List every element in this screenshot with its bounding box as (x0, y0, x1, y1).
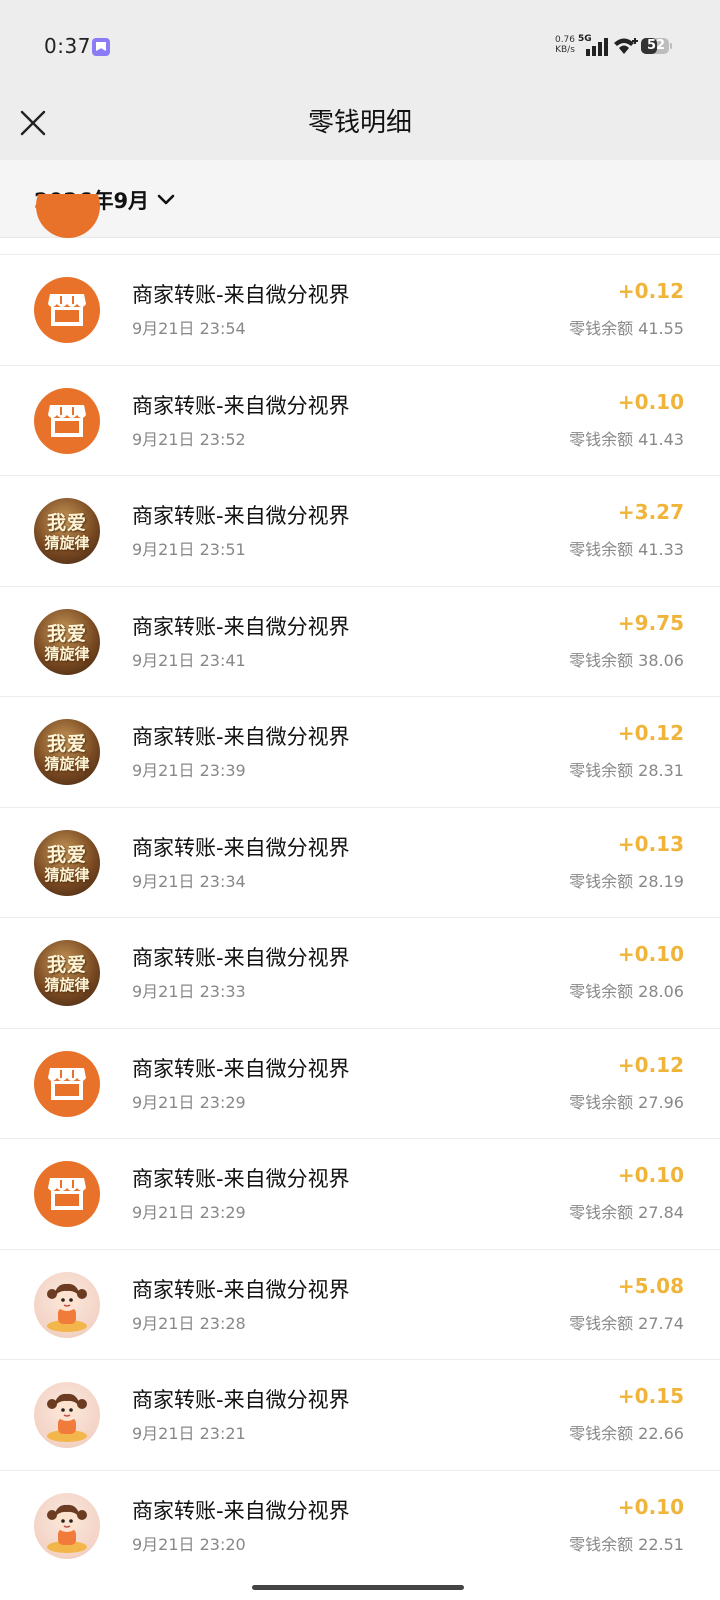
transaction-title: 商家转账-来自微分视界 (132, 725, 350, 749)
transaction-title: 商家转账-来自微分视界 (132, 614, 350, 639)
transaction-title: 商家转账-来自微分视界 (132, 283, 350, 307)
status-bar: 0:37 0.76 KB/s 5G 52 (0, 0, 720, 90)
transaction-row[interactable]: 商家转账-来自微分视界 9月21日 23:28 +5.08 零钱余额 27.74 (0, 1248, 720, 1359)
transaction-amount: +0.12 (617, 721, 684, 745)
transaction-title: 商家转账-来自微分视界 (132, 835, 350, 860)
transaction-title: 商家转账-来自微分视界 (132, 504, 350, 528)
transaction-amount: +0.15 (617, 1384, 684, 1408)
month-filter-bar: 2026年9月 (0, 160, 720, 238)
transaction-time: 9月21日 23:28 (132, 1313, 246, 1333)
transaction-amount: +5.08 (617, 1273, 684, 1298)
transaction-row[interactable]: 我爱 猜旋律 商家转账-来自微分视界 9月21日 23:41 +9.75 零钱余额… (0, 585, 720, 696)
network-speed-unit: KB/s (555, 45, 575, 55)
close-icon (20, 110, 46, 136)
transaction-row[interactable]: 商家转账-来自微分视界 9月21日 23:52 +0.10 零钱余额 41.43 (0, 364, 720, 475)
wallet-balance: 零钱余额 41.33 (569, 540, 684, 559)
transaction-row[interactable]: 我爱 猜旋律 商家转账-来自微分视界 9月21日 23:34 +0.13 零钱余额… (0, 806, 720, 917)
shop-icon (34, 387, 100, 454)
transaction-time: 9月21日 23:33 (132, 982, 246, 1001)
transaction-row[interactable]: 商家转账-来自微分视界 9月21日 23:54 +0.12 零钱余额 41.55 (0, 254, 720, 365)
transaction-amount: +3.27 (617, 500, 684, 524)
transaction-time: 9月21日 23:20 (132, 1534, 246, 1554)
transaction-row[interactable]: 商家转账-来自微分视界 9月21日 23:29 +0.10 零钱余额 27.84 (0, 1138, 720, 1249)
home-indicator[interactable] (252, 1585, 464, 1590)
signal-icon (586, 38, 608, 56)
wallet-balance: 零钱余额 22.51 (569, 1534, 684, 1554)
music-game-avatar: 我爱 猜旋律 (34, 498, 100, 564)
music-game-avatar: 我爱 猜旋律 (34, 608, 100, 675)
wallet-balance: 零钱余额 41.55 (569, 319, 684, 338)
wallet-balance: 零钱余额 27.74 (569, 1313, 684, 1333)
transaction-time: 9月21日 23:51 (132, 540, 246, 559)
transaction-title: 商家转账-来自微分视界 (132, 393, 350, 418)
transaction-amount: +0.12 (617, 279, 684, 303)
transaction-list: 商家转账-来自微分视界 9月21日 23:54 +0.12 零钱余额 41.55… (0, 254, 720, 1580)
transaction-title: 商家转账-来自微分视界 (132, 1167, 350, 1191)
cartoon-girl-avatar (34, 1271, 100, 1338)
battery-level: 52 (646, 38, 666, 53)
transaction-title: 商家转账-来自微分视界 (132, 946, 350, 970)
music-game-avatar: 我爱 猜旋律 (34, 940, 100, 1006)
transaction-time: 9月21日 23:21 (132, 1424, 246, 1443)
cartoon-girl-avatar (34, 1382, 100, 1448)
wallet-balance: 零钱余额 38.06 (569, 650, 684, 670)
wifi-icon (614, 38, 638, 54)
transaction-title: 商家转账-来自微分视界 (132, 1056, 350, 1081)
transaction-time: 9月21日 23:54 (132, 319, 246, 338)
page-title: 零钱明细 (307, 108, 412, 138)
transaction-amount: +0.10 (617, 1163, 684, 1187)
wallet-balance: 零钱余额 41.43 (569, 429, 684, 449)
transaction-amount: +0.13 (617, 831, 684, 856)
transaction-time: 9月21日 23:34 (132, 871, 246, 891)
transaction-row[interactable]: 商家转账-来自微分视界 9月21日 23:29 +0.12 零钱余额 27.96 (0, 1027, 720, 1138)
transaction-title: 商家转账-来自微分视界 (132, 1388, 350, 1412)
transaction-amount: +9.75 (617, 610, 684, 635)
wallet-balance: 零钱余额 22.66 (569, 1424, 684, 1443)
shop-icon (34, 277, 100, 343)
wallet-balance: 零钱余额 28.06 (569, 982, 684, 1001)
chevron-down-icon (157, 194, 175, 205)
transaction-row[interactable]: 商家转账-来自微分视界 9月21日 23:21 +0.15 零钱余额 22.66 (0, 1359, 720, 1470)
notification-app-icon (92, 38, 110, 56)
partial-avatar (36, 194, 100, 242)
wallet-balance: 零钱余额 27.84 (569, 1203, 684, 1222)
transaction-time: 9月21日 23:41 (132, 650, 246, 670)
cartoon-girl-avatar (34, 1492, 100, 1559)
wallet-balance: 零钱余额 28.31 (569, 761, 684, 780)
wallet-balance: 零钱余额 28.19 (569, 871, 684, 891)
transaction-amount: +0.10 (617, 389, 684, 414)
transaction-title: 商家转账-来自微分视界 (132, 1277, 350, 1302)
wallet-balance: 零钱余额 27.96 (569, 1092, 684, 1112)
transaction-row[interactable]: 我爱 猜旋律 商家转账-来自微分视界 9月21日 23:33 +0.10 零钱余额… (0, 917, 720, 1028)
transaction-row[interactable]: 我爱 猜旋律 商家转账-来自微分视界 9月21日 23:39 +0.12 零钱余额… (0, 696, 720, 807)
transaction-time: 9月21日 23:52 (132, 429, 246, 449)
transaction-row[interactable]: 我爱 猜旋律 商家转账-来自微分视界 9月21日 23:51 +3.27 零钱余额… (0, 475, 720, 586)
transaction-row[interactable]: 商家转账-来自微分视界 9月21日 23:20 +0.10 零钱余额 22.51 (0, 1469, 720, 1580)
transaction-time: 9月21日 23:29 (132, 1092, 246, 1112)
transaction-amount: +0.10 (617, 942, 684, 966)
header: 零钱明细 (0, 90, 720, 160)
network-speed-value: 0.76 (554, 35, 576, 45)
transaction-time: 9月21日 23:39 (132, 761, 246, 780)
transaction-amount: +0.12 (617, 1052, 684, 1077)
shop-icon (34, 1050, 100, 1117)
transaction-title: 商家转账-来自微分视界 (132, 1498, 350, 1523)
music-game-avatar: 我爱 猜旋律 (34, 829, 100, 896)
network-speed: 0.76 KB/s (554, 35, 576, 55)
page: 0:37 0.76 KB/s 5G 52 零钱明细 商家转账-来自微分视界 9月… (0, 0, 720, 1600)
status-time: 0:37 (44, 34, 91, 58)
transaction-time: 9月21日 23:29 (132, 1203, 246, 1222)
music-game-avatar: 我爱 猜旋律 (34, 719, 100, 785)
shop-icon (34, 1161, 100, 1227)
transaction-amount: +0.10 (617, 1494, 684, 1519)
close-button[interactable] (14, 104, 54, 144)
